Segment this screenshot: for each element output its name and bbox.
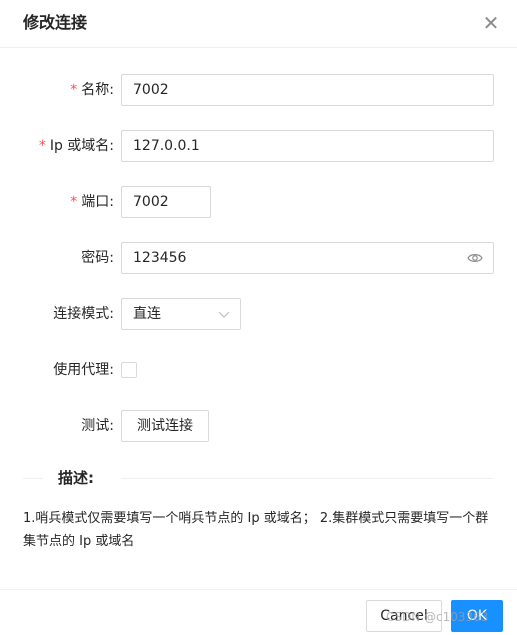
description-divider: 描述:	[23, 467, 494, 489]
close-icon[interactable]: ✕	[480, 12, 502, 34]
form-row-host: * Ip 或域名:	[0, 130, 517, 162]
chevron-down-icon	[218, 311, 230, 318]
required-mark: *	[70, 82, 78, 98]
dialog-footer: Cancel OK	[0, 589, 517, 635]
form-row-name: * 名称:	[0, 74, 517, 106]
host-label: * Ip 或域名:	[38, 138, 114, 154]
mode-selected-value: 直连	[133, 306, 161, 322]
mode-label: 连接模式:	[53, 306, 114, 322]
form-row-proxy: 使用代理:	[0, 354, 517, 386]
password-label: 密码:	[81, 250, 114, 266]
proxy-label: 使用代理:	[53, 362, 114, 378]
mode-select[interactable]: 直连	[121, 298, 241, 330]
required-mark: *	[70, 194, 78, 210]
form-row-port: * 端口:	[0, 186, 517, 218]
dialog-title: 修改连接	[23, 13, 88, 32]
test-label: 测试:	[81, 418, 114, 434]
name-input[interactable]	[121, 74, 494, 106]
port-label: * 端口:	[70, 194, 114, 210]
ok-button[interactable]: OK	[451, 600, 503, 632]
name-label: * 名称:	[70, 82, 114, 98]
password-input[interactable]	[122, 243, 452, 273]
required-mark: *	[38, 138, 46, 154]
divider-line-right	[121, 478, 494, 479]
description-text: 1.哨兵模式仅需要填写一个哨兵节点的 Ip 或域名； 2.集群模式只需要填写一个…	[23, 511, 489, 549]
eye-icon[interactable]	[467, 251, 483, 265]
cancel-button[interactable]: Cancel	[366, 600, 442, 632]
test-connection-button[interactable]: 测试连接	[121, 410, 209, 442]
host-input[interactable]	[121, 130, 494, 162]
divider-line-left	[23, 478, 43, 479]
port-input[interactable]	[121, 186, 211, 218]
dialog-header: 修改连接 ✕	[0, 0, 517, 48]
password-field[interactable]	[121, 242, 494, 274]
proxy-checkbox[interactable]	[121, 362, 137, 378]
form-row-mode: 连接模式: 直连	[0, 298, 517, 330]
form-row-test: 测试: 测试连接	[0, 410, 517, 442]
description-heading: 描述:	[58, 469, 94, 487]
form-row-password: 密码:	[0, 242, 517, 274]
